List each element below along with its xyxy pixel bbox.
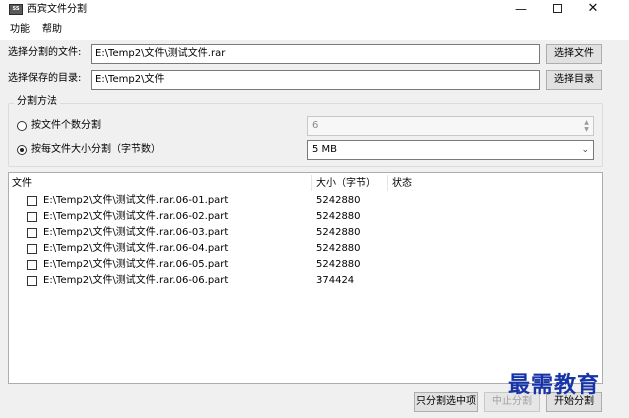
table-row[interactable]: E:\Temp2\文件\测试文件.rar.06-05.part 5242880 (9, 257, 602, 273)
maximize-icon (552, 4, 562, 13)
table-row[interactable]: E:\Temp2\文件\测试文件.rar.06-02.part 5242880 (9, 209, 602, 225)
size-select-value: 5 MB (312, 144, 338, 155)
menu-help[interactable]: 帮助 (42, 23, 62, 37)
minimize-icon: — (515, 2, 527, 16)
row-checkbox[interactable] (27, 228, 37, 238)
file-size-cell: 5242880 (316, 195, 361, 206)
row-checkbox[interactable] (27, 244, 37, 254)
close-icon: ✕ (587, 1, 599, 16)
chevron-down-icon: ⌄ (581, 145, 589, 155)
maximize-button[interactable] (539, 0, 575, 20)
by-count-radio[interactable] (17, 121, 27, 131)
file-count-spinner[interactable]: 6 ▲ ▼ (307, 116, 594, 136)
col-header-file[interactable]: 文件 (12, 177, 32, 191)
minimize-button[interactable]: — (503, 0, 539, 20)
by-size-radio[interactable] (17, 145, 27, 155)
file-size-cell: 5242880 (316, 243, 361, 254)
col-header-status[interactable]: 状态 (392, 177, 412, 191)
row-checkbox[interactable] (27, 260, 37, 270)
column-divider (311, 175, 312, 191)
window-title: 西宾文件分割 (27, 4, 87, 15)
close-button[interactable]: ✕ (575, 0, 611, 20)
table-row[interactable]: E:\Temp2\文件\测试文件.rar.06-03.part 5242880 (9, 225, 602, 241)
output-dir-field[interactable]: E:\Temp2\文件 (91, 70, 540, 90)
file-size-cell: 5242880 (316, 211, 361, 222)
column-divider (387, 175, 388, 191)
file-count-value: 6 (312, 120, 319, 131)
file-list[interactable]: 文件 大小（字节） 状态 E:\Temp2\文件\测试文件.rar.06-01.… (8, 172, 603, 384)
table-row[interactable]: E:\Temp2\文件\测试文件.rar.06-01.part 5242880 (9, 193, 602, 209)
file-size-cell: 5242880 (316, 227, 361, 238)
source-file-label: 选择分割的文件: (8, 47, 82, 58)
file-size-cell: 374424 (316, 275, 355, 286)
choose-dir-button[interactable]: 选择目录 (546, 70, 602, 90)
spinner-arrows-icon[interactable]: ▲ ▼ (582, 119, 591, 133)
output-dir-label: 选择保存的目录: (8, 73, 82, 84)
split-method-title: 分割方法 (14, 95, 60, 109)
file-name-cell: E:\Temp2\文件\测试文件.rar.06-02.part (43, 211, 229, 222)
menu-bar: 功能 帮助 (0, 20, 629, 40)
choose-file-button[interactable]: 选择文件 (546, 44, 602, 64)
col-header-size[interactable]: 大小（字节） (316, 177, 376, 191)
watermark-logo: 最需教育 (508, 372, 601, 398)
app-icon: SS (9, 4, 23, 15)
by-count-label[interactable]: 按文件个数分割 (31, 119, 101, 133)
row-checkbox[interactable] (27, 212, 37, 222)
table-row[interactable]: E:\Temp2\文件\测试文件.rar.06-04.part 5242880 (9, 241, 602, 257)
file-name-cell: E:\Temp2\文件\测试文件.rar.06-04.part (43, 243, 229, 254)
file-size-cell: 5242880 (316, 259, 361, 270)
file-name-cell: E:\Temp2\文件\测试文件.rar.06-03.part (43, 227, 229, 238)
file-name-cell: E:\Temp2\文件\测试文件.rar.06-01.part (43, 195, 229, 206)
by-size-label[interactable]: 按每文件大小分割（字节数） (31, 143, 161, 157)
source-file-field[interactable]: E:\Temp2\文件\测试文件.rar (91, 44, 540, 64)
row-checkbox[interactable] (27, 196, 37, 206)
menu-function[interactable]: 功能 (10, 23, 30, 37)
size-select[interactable]: 5 MB ⌄ (307, 140, 594, 160)
file-name-cell: E:\Temp2\文件\测试文件.rar.06-06.part (43, 275, 229, 286)
table-row[interactable]: E:\Temp2\文件\测试文件.rar.06-06.part 374424 (9, 273, 602, 289)
row-checkbox[interactable] (27, 276, 37, 286)
file-name-cell: E:\Temp2\文件\测试文件.rar.06-05.part (43, 259, 229, 270)
title-bar: SS 西宾文件分割 — ✕ (0, 0, 629, 20)
split-selected-button[interactable]: 只分割选中项 (414, 392, 478, 412)
